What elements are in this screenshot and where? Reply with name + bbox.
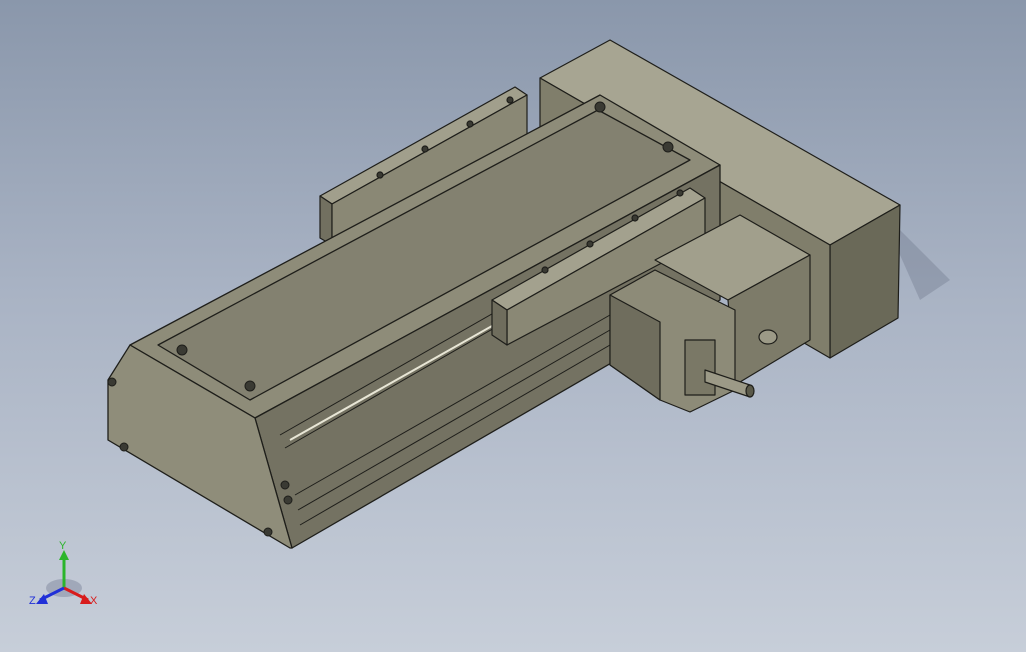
cad-3d-viewport[interactable]: Y X Z <box>0 0 1026 652</box>
coordinate-triad <box>36 550 92 604</box>
triad-y-label: Y <box>59 540 67 552</box>
triad-z-label: Z <box>29 595 36 607</box>
triad-x-label: X <box>90 595 98 607</box>
linear-actuator-model[interactable] <box>0 0 1026 652</box>
